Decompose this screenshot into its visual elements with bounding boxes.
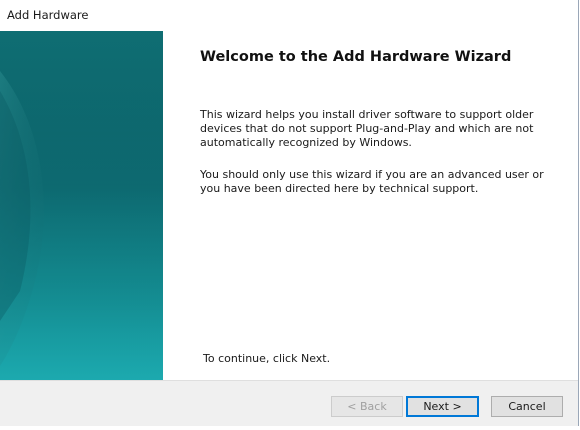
wizard-description: This wizard helps you install driver sof… — [200, 108, 534, 149]
add-hardware-window: Add Hardware Welcome to the Add Hardware… — [0, 0, 579, 427]
back-button[interactable]: < Back — [331, 396, 403, 417]
wizard-side-banner — [0, 31, 163, 380]
banner-artwork — [0, 31, 163, 380]
wizard-button-bar: < Back Next > Cancel — [0, 380, 578, 426]
wizard-advisory: You should only use this wizard if you a… — [200, 168, 544, 195]
cancel-button[interactable]: Cancel — [491, 396, 563, 417]
continue-instruction: To continue, click Next. — [203, 352, 331, 365]
background-strip — [0, 426, 580, 430]
next-button[interactable]: Next > — [406, 396, 479, 417]
title-bar[interactable]: Add Hardware — [0, 0, 578, 31]
wizard-heading: Welcome to the Add Hardware Wizard — [200, 49, 512, 65]
wizard-content: Welcome to the Add Hardware Wizard This … — [163, 31, 578, 380]
window-title: Add Hardware — [7, 8, 89, 22]
